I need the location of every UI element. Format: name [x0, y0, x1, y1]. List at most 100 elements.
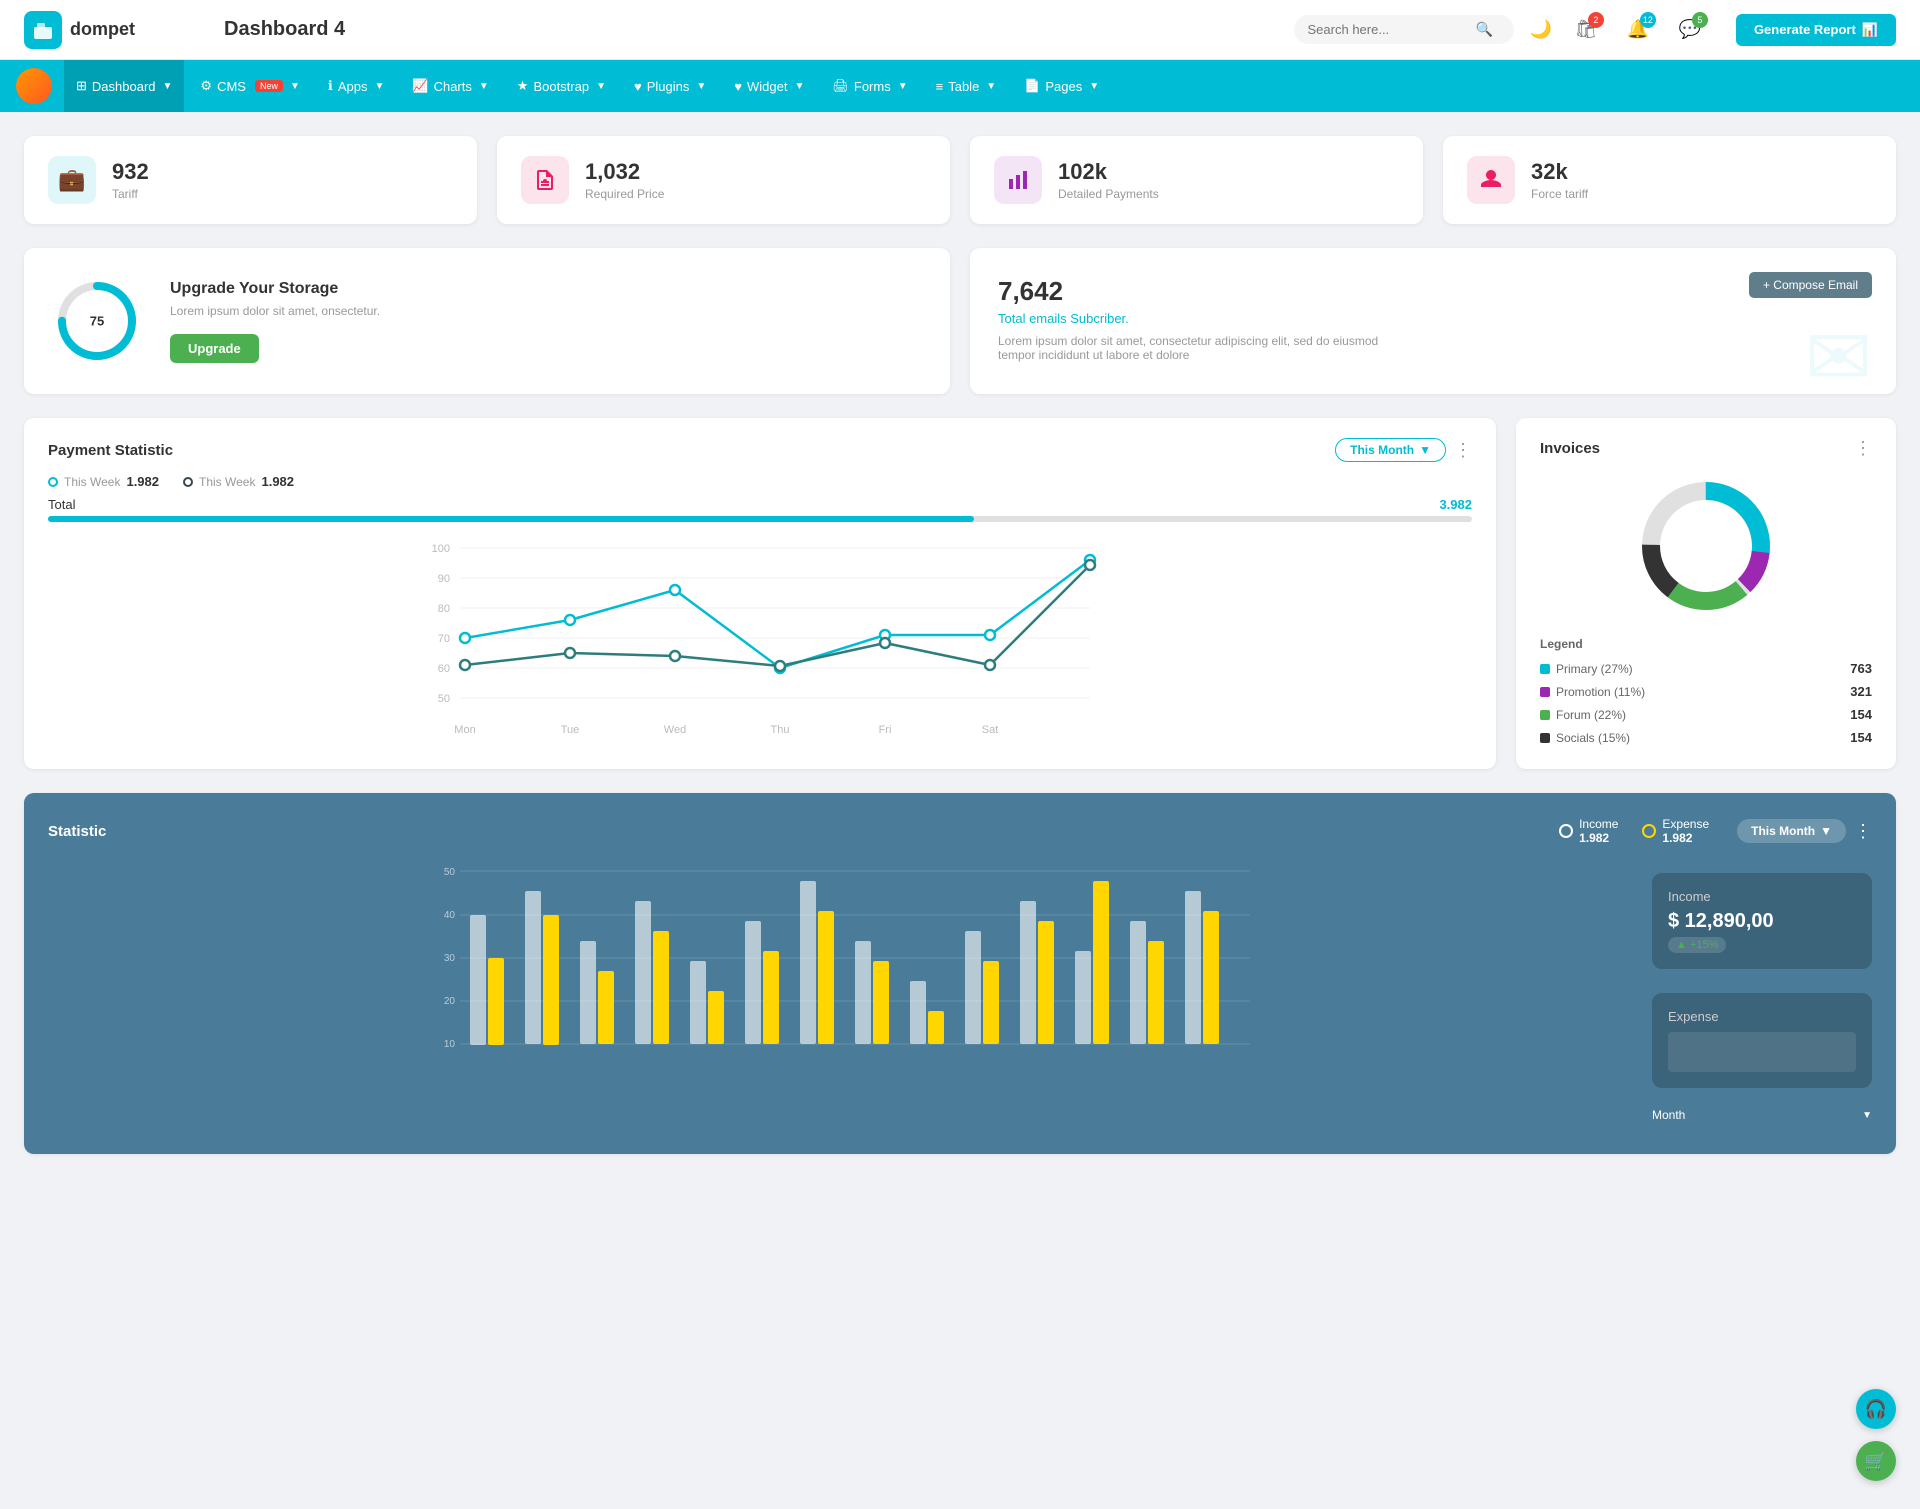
nav-item-widget[interactable]: ♥ Widget ▼: [722, 60, 816, 112]
chevron-down-icon-cms: ▼: [290, 81, 300, 92]
month-label: Month: [1652, 1108, 1685, 1122]
nav-label-widget: Widget: [747, 79, 787, 94]
bell-icon-btn[interactable]: 🔔 12: [1620, 12, 1656, 48]
legend-dot-2: [183, 477, 193, 487]
month-chevron-icon[interactable]: ▼: [1862, 1110, 1872, 1121]
payment-total-row: Total 3.982: [48, 497, 1472, 512]
middle-row: 75 Upgrade Your Storage Lorem ipsum dolo…: [24, 248, 1896, 394]
plugins-nav-icon: ♥: [634, 79, 642, 94]
storage-title: Upgrade Your Storage: [170, 280, 380, 298]
legend-label-1: This Week: [64, 475, 120, 489]
support-fab-button[interactable]: 🎧: [1856, 1389, 1896, 1429]
chat-icon-btn[interactable]: 💬 5: [1672, 12, 1708, 48]
bar-chart-svg: 50 40 30 20 10: [48, 861, 1632, 1081]
svg-text:50: 50: [438, 693, 450, 705]
forms-nav-icon: 🖨: [832, 78, 849, 94]
storage-donut: 75: [52, 276, 142, 366]
cms-nav-icon: ⚙: [200, 78, 212, 94]
upgrade-button[interactable]: Upgrade: [170, 334, 259, 363]
filter-label: This Month: [1350, 443, 1414, 457]
primary-legend-label: Primary (27%): [1540, 662, 1633, 676]
chevron-down-icon-widget: ▼: [794, 81, 804, 92]
promotion-legend-label: Promotion (11%): [1540, 685, 1645, 699]
socials-color-swatch: [1540, 733, 1550, 743]
expense-legend-info: Expense 1.982: [1662, 817, 1709, 845]
dashboard-nav-icon: ⊞: [76, 78, 87, 94]
more-options-icon[interactable]: ⋮: [1454, 440, 1472, 461]
total-label: Total: [48, 497, 75, 512]
statistic-month-filter-button[interactable]: This Month ▼: [1737, 819, 1846, 843]
forum-legend-label: Forum (22%): [1540, 708, 1626, 722]
nav-label-charts: Charts: [434, 79, 472, 94]
svg-text:Mon: Mon: [454, 724, 475, 736]
nav-item-dashboard[interactable]: ⊞ Dashboard ▼: [64, 60, 184, 112]
required-price-label: Required Price: [585, 187, 664, 201]
email-count: 7,642: [998, 276, 1868, 307]
svg-text:60: 60: [438, 663, 450, 675]
force-tariff-icon: [1467, 156, 1515, 204]
nav-item-table[interactable]: ≡ Table ▼: [924, 60, 1009, 112]
nav-label-forms: Forms: [854, 79, 891, 94]
search-input[interactable]: [1308, 22, 1468, 37]
statistic-card: Statistic Income 1.982 Expense: [24, 793, 1896, 1154]
bar-chart-icon: 📊: [1862, 22, 1878, 38]
svg-text:100: 100: [432, 543, 450, 555]
nav-item-pages[interactable]: 📄 Pages ▼: [1012, 60, 1111, 112]
income-amount: $ 12,890,00: [1668, 910, 1856, 933]
chevron-down-icon-apps: ▼: [374, 81, 384, 92]
action-fab-button[interactable]: 🛒: [1856, 1441, 1896, 1481]
table-nav-icon: ≡: [936, 79, 944, 94]
nav-item-bootstrap[interactable]: ★ Bootstrap ▼: [505, 60, 618, 112]
email-card: + Compose Email 7,642 Total emails Subcr…: [970, 248, 1896, 394]
forum-label-text: Forum (22%): [1556, 708, 1626, 722]
this-month-filter-button[interactable]: This Month ▼: [1335, 438, 1446, 462]
expense-placeholder: [1668, 1032, 1856, 1072]
stat-card-force-tariff: 32k Force tariff: [1443, 136, 1896, 224]
storage-card: 75 Upgrade Your Storage Lorem ipsum dolo…: [24, 248, 950, 394]
statistic-more-icon[interactable]: ⋮: [1854, 821, 1872, 842]
bell-badge: 12: [1640, 12, 1656, 28]
widget-nav-icon: ♥: [734, 79, 742, 94]
logo-icon: [24, 11, 62, 49]
stat-cards-row: 💼 932 Tariff 1,032 Required Price 102k D…: [24, 136, 1896, 224]
primary-count: 763: [1850, 661, 1872, 676]
nav-bar: ⊞ Dashboard ▼ ⚙ CMS New ▼ ℹ Apps ▼ 📈 Cha…: [0, 60, 1920, 112]
nav-item-plugins[interactable]: ♥ Plugins ▼: [622, 60, 718, 112]
tariff-label: Tariff: [112, 187, 149, 201]
bag-badge: 2: [1588, 12, 1604, 28]
income-badge: ▲ +15%: [1668, 937, 1726, 953]
income-badge-text: +15%: [1690, 939, 1718, 951]
logo-text: dompet: [70, 19, 135, 40]
svg-text:Thu: Thu: [771, 724, 790, 736]
mail-background-icon: ✉: [1805, 311, 1872, 394]
payment-progress-fill: [48, 516, 974, 522]
bag-icon-btn[interactable]: 🛍 2: [1568, 12, 1604, 48]
nav-item-apps[interactable]: ℹ Apps ▼: [316, 60, 397, 112]
legend-item-2: This Week 1.982: [183, 474, 294, 489]
svg-text:90: 90: [438, 573, 450, 585]
invoices-card: Invoices ⋮ Legend: [1516, 418, 1896, 769]
promotion-label-text: Promotion (11%): [1556, 685, 1645, 699]
compose-email-button[interactable]: + Compose Email: [1749, 272, 1872, 298]
generate-report-button[interactable]: Generate Report 📊: [1736, 14, 1896, 46]
nav-label-plugins: Plugins: [647, 79, 690, 94]
invoices-donut-chart: [1631, 471, 1781, 621]
svg-text:Wed: Wed: [664, 724, 686, 736]
svg-text:10: 10: [444, 1039, 456, 1050]
svg-text:40: 40: [444, 910, 456, 921]
legend-val-1: 1.982: [126, 474, 159, 489]
payment-filter: This Month ▼ ⋮: [1335, 438, 1472, 462]
invoices-donut-wrap: [1540, 471, 1872, 621]
stat-card-detailed-payments: 102k Detailed Payments: [970, 136, 1423, 224]
primary-label-text: Primary (27%): [1556, 662, 1633, 676]
chevron-down-icon-stat: ▼: [1820, 824, 1832, 838]
nav-item-charts[interactable]: 📈 Charts ▼: [400, 60, 500, 112]
nav-item-cms[interactable]: ⚙ CMS New ▼: [188, 60, 311, 112]
legend-item-1: This Week 1.982: [48, 474, 159, 489]
moon-icon[interactable]: 🌙: [1530, 19, 1552, 40]
nav-item-forms[interactable]: 🖨 Forms ▼: [820, 60, 919, 112]
invoices-more-icon[interactable]: ⋮: [1854, 438, 1872, 459]
search-icon[interactable]: 🔍: [1476, 21, 1493, 38]
income-panel-title: Income: [1668, 889, 1856, 904]
legend-row-primary: Primary (27%) 763: [1540, 657, 1872, 680]
